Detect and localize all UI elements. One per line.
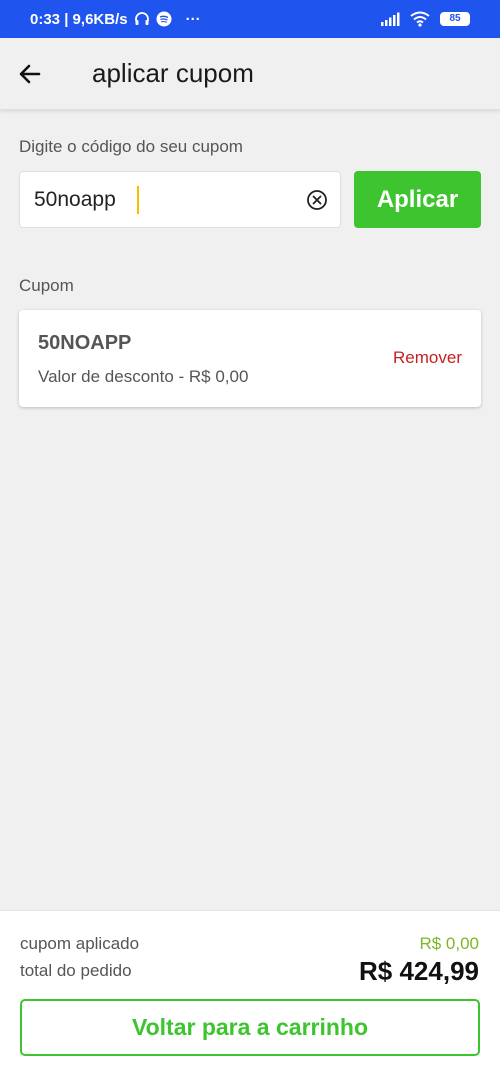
- coupon-code: 50NOAPP: [38, 332, 132, 354]
- back-to-cart-button[interactable]: Voltar para a carrinho: [20, 999, 480, 1056]
- text-cursor: [137, 186, 139, 214]
- status-left: 0:33 | 9,6KB/s ···: [30, 11, 201, 28]
- status-time-speed: 0:33 | 9,6KB/s: [30, 10, 128, 28]
- coupon-input-label: Digite o código do seu cupom: [19, 137, 243, 156]
- signal-icon: [380, 12, 400, 26]
- back-arrow-button[interactable]: [2, 46, 58, 102]
- status-more: ···: [185, 10, 201, 28]
- coupon-applied-label: cupom aplicado: [20, 934, 140, 953]
- coupon-input-container: [19, 171, 341, 228]
- coupon-applied-value: R$ 0,00: [419, 934, 479, 953]
- wifi-icon: [410, 11, 430, 27]
- screen: 0:33 | 9,6KB/s ··· 85 aplicar cupom Digi…: [0, 0, 500, 1082]
- clear-input-button[interactable]: [305, 180, 328, 220]
- clear-circle-icon: [306, 189, 327, 210]
- remove-coupon-button[interactable]: Remover: [393, 348, 462, 368]
- order-total-label: total do pedido: [20, 961, 132, 980]
- spotify-icon: [156, 11, 172, 27]
- order-summary-panel: cupom aplicado R$ 0,00 total do pedido R…: [0, 910, 500, 1082]
- page-title: aplicar cupom: [92, 58, 254, 88]
- order-total-value: R$ 424,99: [359, 956, 479, 986]
- back-arrow-icon: [19, 64, 41, 83]
- coupon-input[interactable]: [20, 172, 305, 227]
- apply-coupon-button[interactable]: Aplicar: [354, 171, 481, 228]
- status-bar: 0:33 | 9,6KB/s ··· 85: [0, 0, 500, 38]
- battery-icon: 85: [440, 12, 470, 26]
- coupon-discount-text: Valor de desconto - R$ 0,00: [38, 367, 249, 386]
- coupon-section-label: Cupom: [19, 276, 74, 295]
- app-bar: aplicar cupom: [0, 38, 500, 110]
- headphones-icon: [134, 11, 150, 27]
- status-right: 85: [380, 11, 470, 27]
- applied-coupon-card: 50NOAPP Valor de desconto - R$ 0,00 Remo…: [19, 310, 481, 407]
